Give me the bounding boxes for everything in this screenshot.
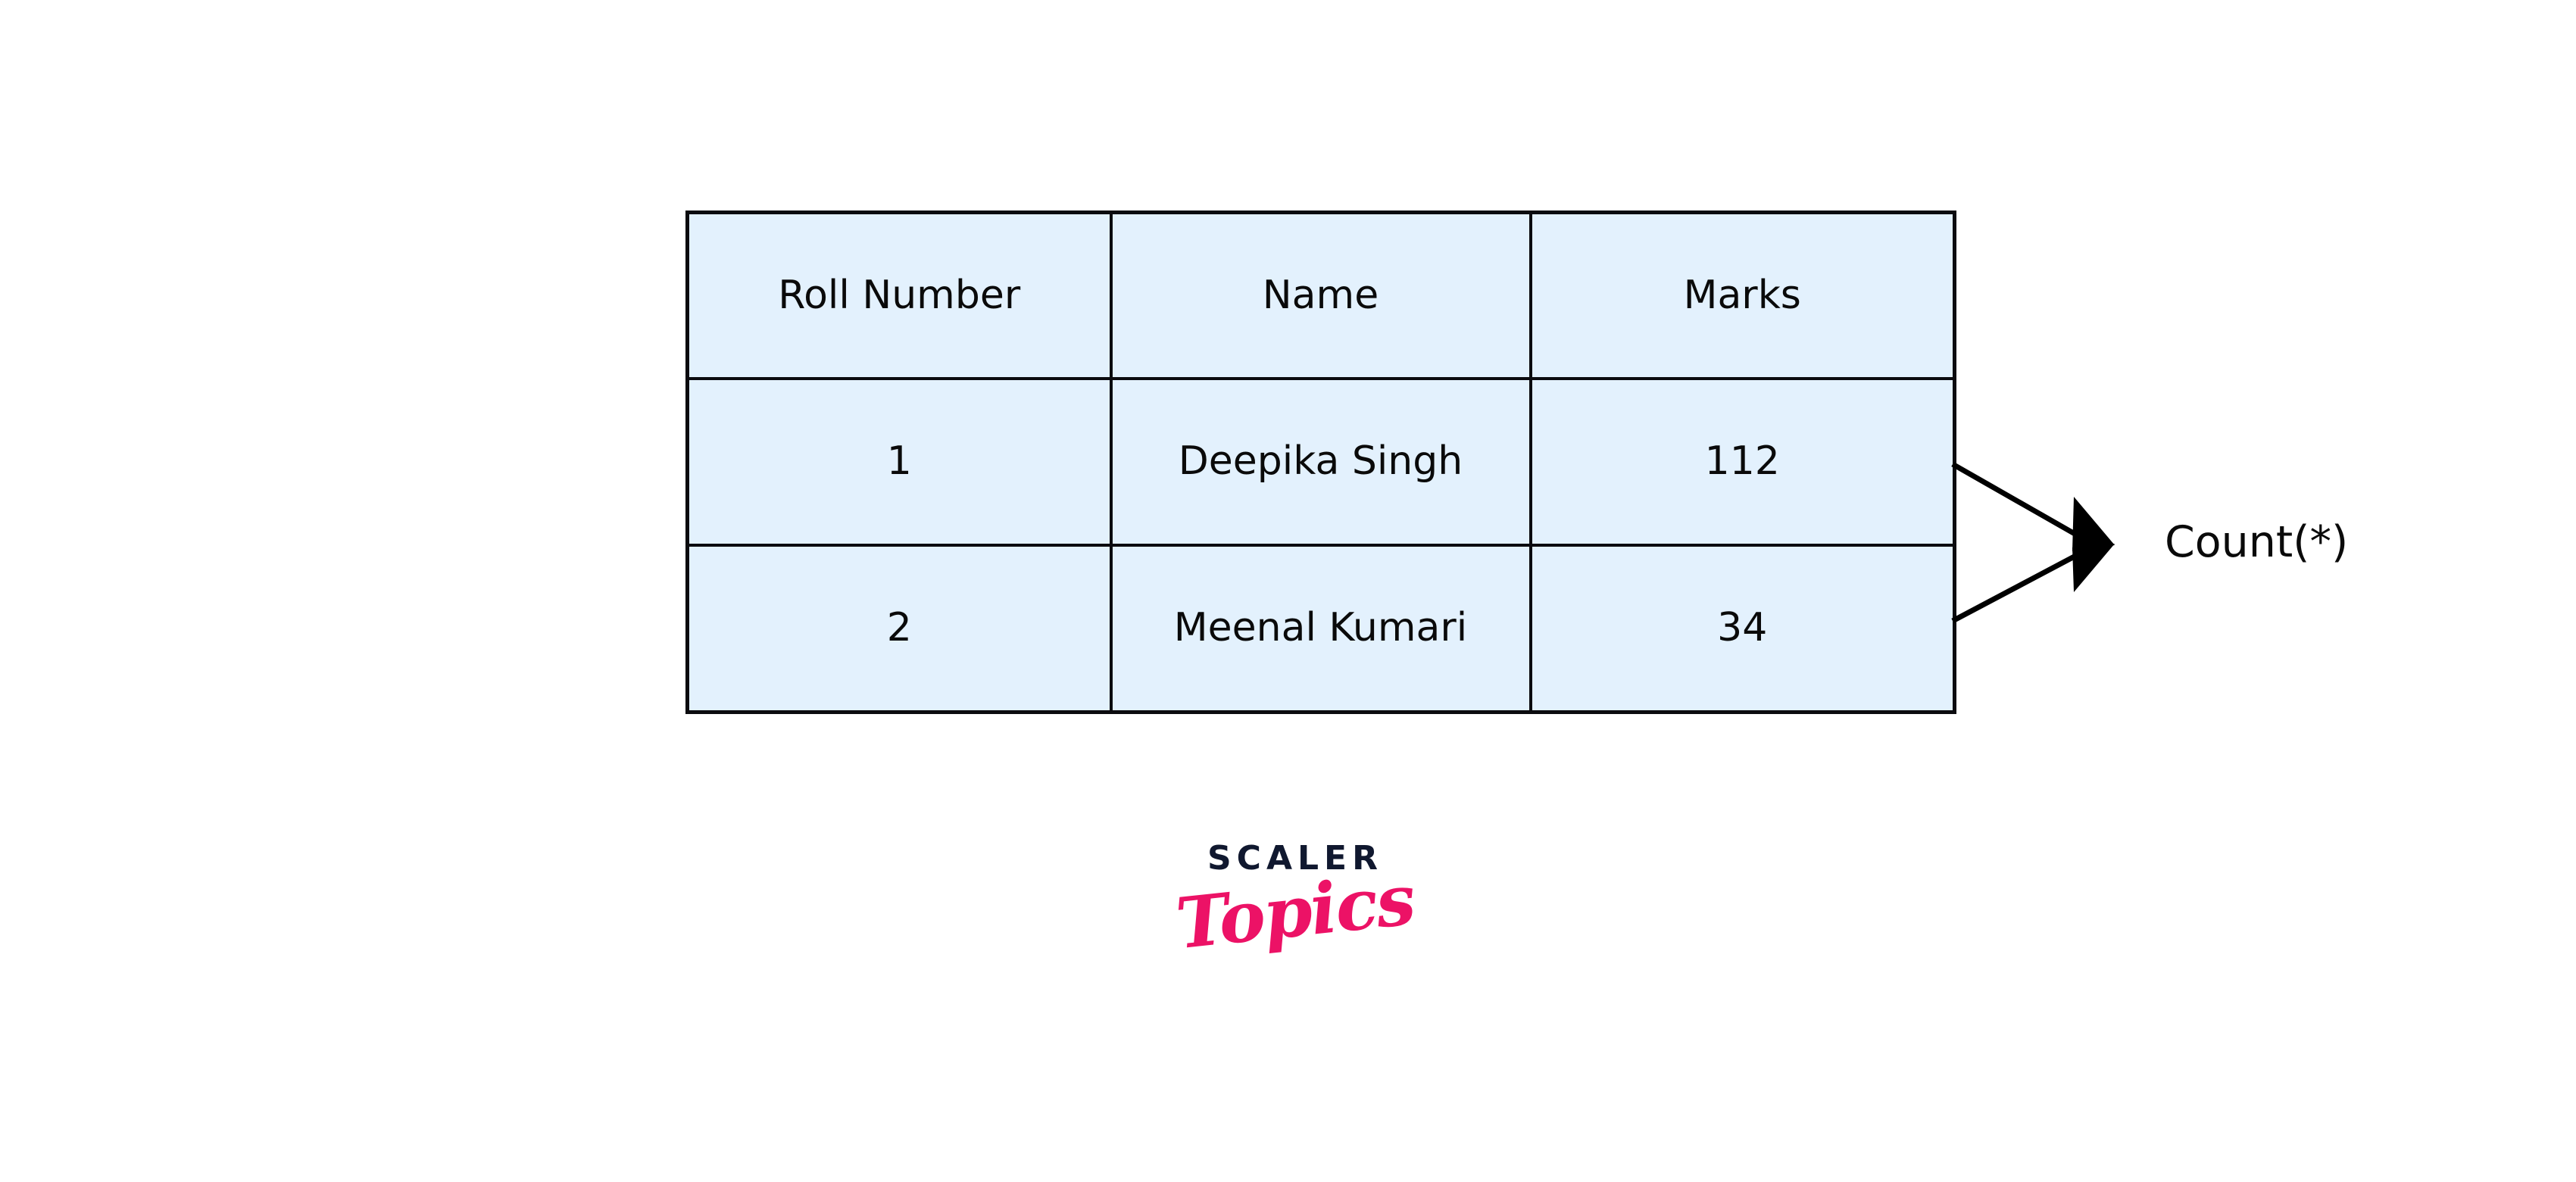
table-row: 1 Deepika Singh 112 bbox=[685, 376, 1956, 547]
table-header-row: Roll Number Name Marks bbox=[685, 211, 1956, 380]
column-header-marks: Marks bbox=[1528, 211, 1956, 380]
students-marks-table: Roll Number Name Marks 1 Deepika Singh 1… bbox=[685, 211, 1956, 714]
cell-roll-number: 2 bbox=[685, 544, 1113, 714]
count-annotation-label: Count(*) bbox=[2165, 517, 2349, 567]
arrowhead-icon-lower bbox=[2072, 544, 2115, 592]
arrow-line-row-1 bbox=[1951, 461, 2083, 541]
column-header-roll-number: Roll Number bbox=[685, 211, 1113, 380]
arrowhead-icon-upper bbox=[2072, 497, 2115, 551]
scaler-topics-logo: SCALER Topics bbox=[1113, 842, 1477, 965]
cell-marks: 34 bbox=[1528, 544, 1956, 714]
arrow-line-row-2 bbox=[1951, 550, 2083, 624]
count-arrows-group bbox=[1951, 461, 2115, 624]
cell-name: Deepika Singh bbox=[1109, 376, 1532, 547]
cell-name: Meenal Kumari bbox=[1109, 544, 1532, 714]
table-row: 2 Meenal Kumari 34 bbox=[685, 544, 1956, 714]
diagram-canvas: Roll Number Name Marks 1 Deepika Singh 1… bbox=[0, 0, 2576, 1182]
cell-marks: 112 bbox=[1528, 376, 1956, 547]
table-body: 1 Deepika Singh 112 2 Meenal Kumari 34 bbox=[685, 376, 1956, 714]
table-header: Roll Number Name Marks bbox=[685, 211, 1956, 380]
cell-roll-number: 1 bbox=[685, 376, 1113, 547]
column-header-name: Name bbox=[1109, 211, 1532, 380]
